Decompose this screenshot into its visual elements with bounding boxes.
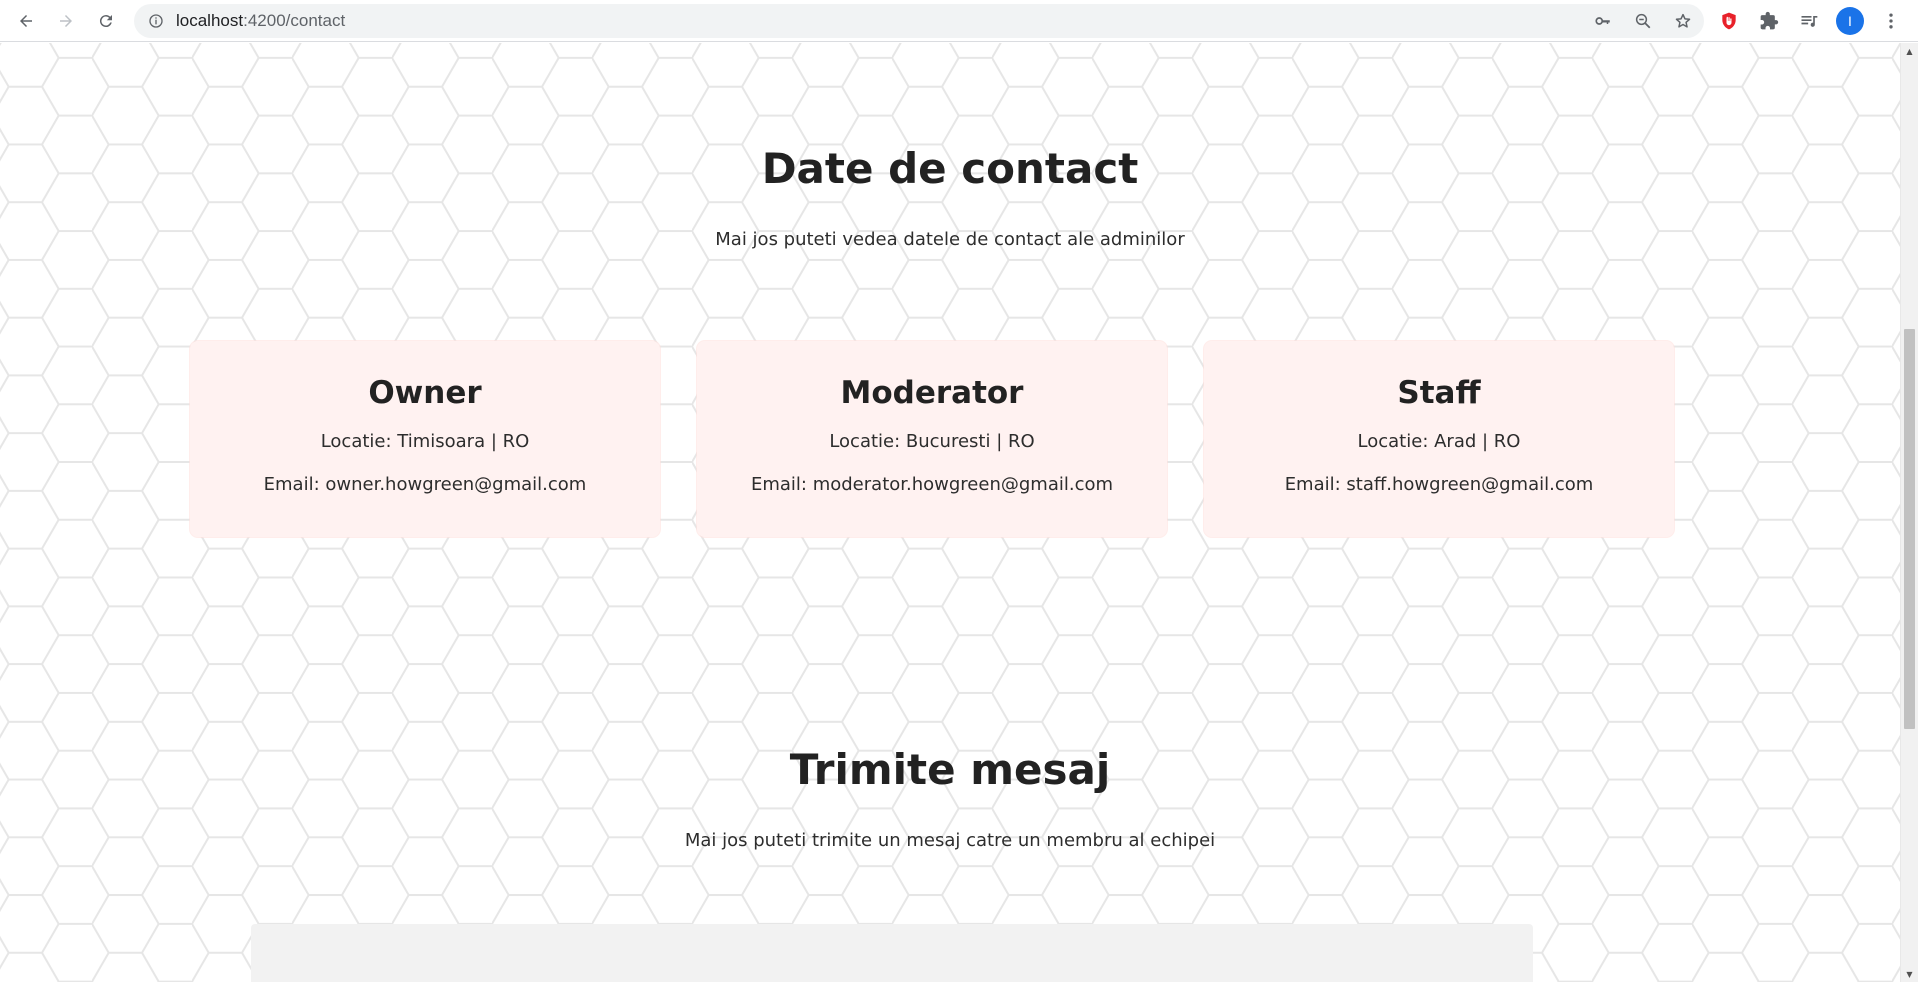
url-path: :4200/contact — [243, 11, 346, 30]
address-bar[interactable]: localhost:4200/contact — [134, 4, 1704, 38]
contact-card-owner: Owner Locatie: Timisoara | RO Email: own… — [190, 341, 660, 537]
contact-section-subtitle: Mai jos puteti vedea datele de contact a… — [715, 229, 1185, 250]
back-icon — [20, 14, 32, 27]
message-section-title: Trimite mesaj — [789, 745, 1111, 794]
contact-section-title: Date de contact — [761, 144, 1139, 193]
media-queue-icon[interactable] — [1796, 8, 1822, 34]
reload-button[interactable] — [92, 7, 120, 35]
card-role: Owner — [368, 375, 482, 411]
card-role: Staff — [1397, 375, 1481, 411]
card-email: Email: staff.howgreen@gmail.com — [1284, 474, 1594, 495]
contact-card-staff: Staff Locatie: Arad | RO Email: staff.ho… — [1204, 341, 1674, 537]
star-icon[interactable] — [1672, 10, 1694, 32]
scroll-down-arrow-icon[interactable]: ▼ — [1901, 966, 1918, 982]
key-icon[interactable] — [1592, 10, 1614, 32]
url-host: localhost — [176, 11, 244, 30]
card-email: Email: moderator.howgreen@gmail.com — [750, 474, 1114, 495]
card-location: Locatie: Timisoara | RO — [320, 431, 530, 452]
card-role: Moderator — [840, 375, 1024, 411]
extension-shield-icon[interactable] — [1716, 8, 1742, 34]
message-form-container — [251, 924, 1533, 982]
reload-icon — [99, 14, 112, 27]
puzzle-icon[interactable] — [1756, 8, 1782, 34]
message-section-subtitle: Mai jos puteti trimite un mesaj catre un… — [684, 830, 1216, 851]
zoom-out-icon[interactable] — [1632, 10, 1654, 32]
vertical-scrollbar[interactable]: ▲ ▼ — [1900, 43, 1918, 982]
scroll-up-arrow-icon[interactable]: ▲ — [1901, 43, 1918, 59]
contact-card-moderator: Moderator Locatie: Bucuresti | RO Email:… — [697, 341, 1167, 537]
scrollbar-thumb[interactable] — [1904, 329, 1915, 729]
forward-button[interactable] — [52, 7, 80, 35]
forward-icon — [60, 14, 72, 27]
info-icon[interactable] — [148, 13, 164, 29]
url-text: localhost:4200/contact — [176, 11, 345, 31]
kebab-menu-icon[interactable] — [1878, 8, 1904, 34]
page-viewport: Date de contact Mai jos puteti vedea dat… — [0, 43, 1900, 982]
card-location: Locatie: Arad | RO — [1357, 431, 1521, 452]
back-button[interactable] — [12, 7, 40, 35]
profile-avatar[interactable]: I — [1836, 7, 1864, 35]
card-email: Email: owner.howgreen@gmail.com — [263, 474, 587, 495]
browser-toolbar: localhost:4200/contact I — [0, 0, 1918, 42]
card-location: Locatie: Bucuresti | RO — [829, 431, 1035, 452]
